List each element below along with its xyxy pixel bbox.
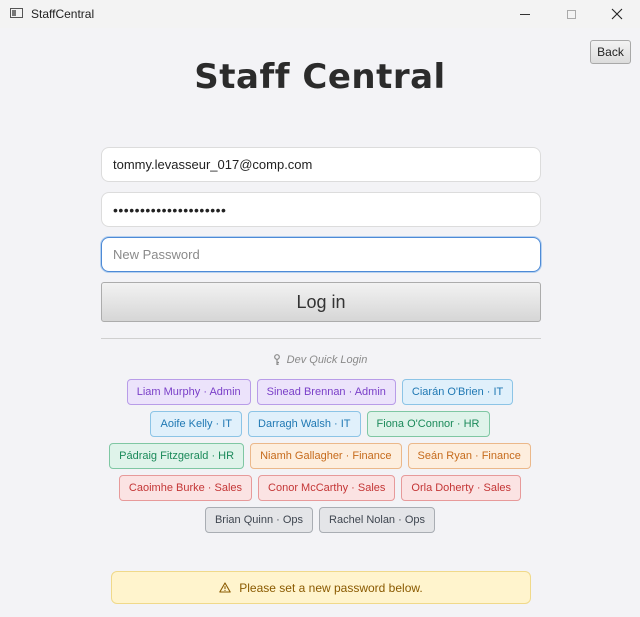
key-icon: [273, 354, 280, 365]
quick-login-chip[interactable]: Caoimhe Burke · Sales: [118, 475, 253, 501]
warning-icon: [219, 582, 232, 593]
quick-login-chip[interactable]: Aoife Kelly · IT: [150, 411, 243, 437]
email-value: tommy.levasseur_017@comp.com: [113, 157, 313, 172]
close-icon: [611, 8, 623, 20]
quick-login-chip[interactable]: Ciarán O'Brien · IT: [401, 379, 514, 405]
quick-login-row: Liam Murphy · Admin Sinead Brennan · Adm…: [0, 379, 640, 405]
app-window-icon: [10, 8, 23, 18]
quick-login-row: Caoimhe Burke · Sales Conor McCarthy · S…: [0, 475, 640, 501]
notice-text: Please set a new password below.: [239, 580, 423, 595]
password-field[interactable]: •••••••••••••••••••••: [101, 192, 541, 227]
window-title: StaffCentral: [31, 7, 95, 21]
quick-login-chip[interactable]: Conor McCarthy · Sales: [258, 475, 396, 501]
quick-login-chip[interactable]: Sinead Brennan · Admin: [256, 379, 396, 405]
dev-label-text: Dev Quick Login: [286, 354, 368, 366]
password-mask: •••••••••••••••••••••: [113, 201, 227, 218]
quick-login-row: Brian Quinn · Ops Rachel Nolan · Ops: [0, 507, 640, 533]
quick-login-chip[interactable]: Fiona O'Connor · HR: [366, 411, 490, 437]
close-button[interactable]: [594, 0, 640, 28]
page-title: Staff Central: [194, 57, 446, 97]
new-password-input[interactable]: [113, 247, 529, 262]
minimize-button[interactable]: [502, 0, 548, 28]
login-button[interactable]: Log in: [101, 282, 541, 322]
dev-quick-login-label: Dev Quick Login: [0, 354, 640, 366]
quick-login-chip[interactable]: Seán Ryan · Finance: [407, 443, 531, 469]
quick-login-chip[interactable]: Liam Murphy · Admin: [126, 379, 251, 405]
quick-login-chip[interactable]: Niamh Gallagher · Finance: [250, 443, 402, 469]
password-notice: Please set a new password below.: [111, 571, 531, 604]
quick-login-row: Aoife Kelly · IT Darragh Walsh · IT Fion…: [0, 411, 640, 437]
minimize-icon: [520, 13, 530, 15]
quick-login-chip[interactable]: Pádraig Fitzgerald · HR: [109, 443, 245, 469]
quick-login-chip[interactable]: Rachel Nolan · Ops: [319, 507, 436, 533]
divider: [101, 338, 541, 339]
quick-login-chip[interactable]: Orla Doherty · Sales: [401, 475, 522, 501]
email-field[interactable]: tommy.levasseur_017@comp.com: [101, 147, 541, 182]
title-bar: StaffCentral: [0, 0, 640, 28]
quick-login-chip[interactable]: Brian Quinn · Ops: [204, 507, 314, 533]
maximize-icon: [566, 9, 576, 19]
quick-login-row: Pádraig Fitzgerald · HR Niamh Gallagher …: [0, 443, 640, 469]
maximize-button[interactable]: [548, 0, 594, 28]
new-password-field[interactable]: [101, 237, 541, 272]
quick-login-chip[interactable]: Darragh Walsh · IT: [248, 411, 361, 437]
